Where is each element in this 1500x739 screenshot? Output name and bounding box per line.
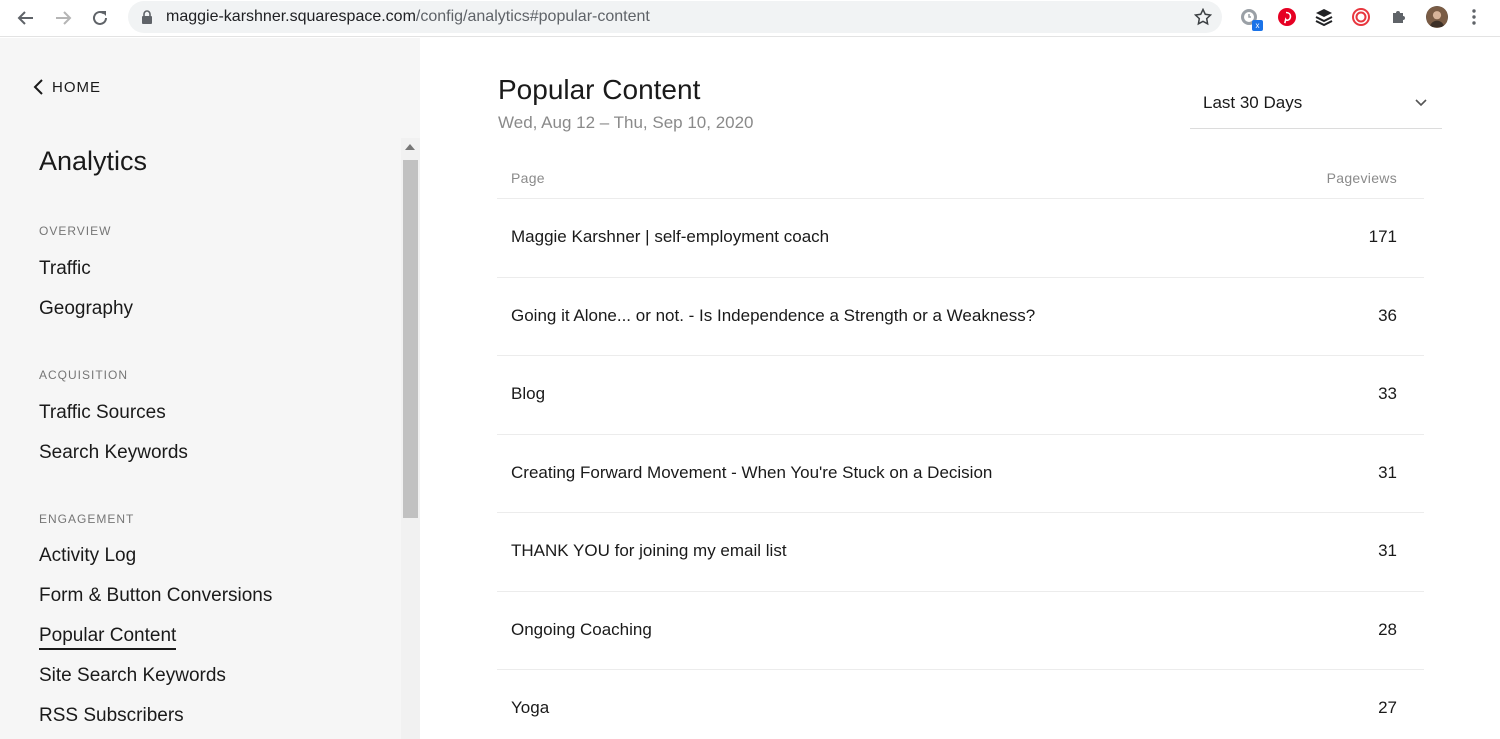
table-header: Page Pageviews (497, 160, 1424, 199)
extensions-menu[interactable] (1388, 6, 1410, 28)
column-header-page: Page (511, 170, 545, 186)
row-page-title: Creating Forward Movement - When You're … (511, 462, 993, 482)
sidebar-item-site-search-keywords[interactable]: Site Search Keywords (39, 665, 226, 687)
browser-toolbar: maggie-karshner.squarespace.com/config/a… (0, 0, 1500, 37)
forward-button[interactable] (49, 4, 77, 32)
reload-button[interactable] (86, 4, 114, 32)
row-page-title: Maggie Karshner | self-employment coach (511, 227, 830, 246)
extension-analytics[interactable]: x (1238, 6, 1263, 31)
row-pageviews: 27 (1378, 698, 1397, 717)
scroll-up-arrow-icon[interactable] (405, 144, 415, 150)
row-page-title: Going it Alone... or not. - Is Independe… (511, 305, 1036, 325)
table-row[interactable]: Creating Forward Movement - When You're … (497, 435, 1424, 513)
row-pageviews: 36 (1378, 305, 1397, 325)
extension-badge: x (1252, 20, 1263, 31)
spiral-icon (1352, 8, 1370, 26)
avatar-icon (1427, 7, 1447, 27)
url-path: /config/analytics#popular-content (415, 8, 650, 25)
puzzle-icon (1393, 11, 1405, 23)
section-label-overview: OVERVIEW (39, 224, 112, 238)
pinterest-icon (1278, 8, 1296, 26)
table-row[interactable]: Ongoing Coaching 28 (497, 592, 1424, 670)
sidebar-title: Analytics (39, 146, 148, 176)
row-page-title: Blog (511, 384, 546, 403)
table-row[interactable]: Yoga 27 (497, 670, 1424, 739)
table-row[interactable]: Going it Alone... or not. - Is Independe… (497, 278, 1424, 356)
layers-icon (1315, 9, 1333, 27)
back-button[interactable] (12, 4, 40, 32)
sidebar-item-rss-subscribers[interactable]: RSS Subscribers (39, 705, 184, 727)
sidebar-item-search-keywords[interactable]: Search Keywords (39, 442, 188, 464)
section-label-acquisition: ACQUISITION (39, 368, 129, 382)
home-label: HOME (52, 78, 101, 96)
sidebar-item-activity-log[interactable]: Activity Log (39, 545, 136, 567)
sidebar-item-form-button-conversions[interactable]: Form & Button Conversions (39, 585, 272, 607)
kebab-menu-icon (1472, 9, 1476, 25)
sidebar-item-traffic[interactable]: Traffic (39, 258, 91, 280)
bookmark-star-icon[interactable] (1194, 8, 1212, 26)
sidebar-item-popular-content[interactable]: Popular Content (39, 625, 177, 650)
table-row[interactable]: Blog 33 (497, 356, 1424, 435)
row-pageviews: 33 (1378, 384, 1397, 403)
row-page-title: Ongoing Coaching (511, 619, 652, 639)
chevron-left-icon (33, 79, 43, 95)
page-title: Popular Content (498, 74, 701, 105)
sidebar-item-traffic-sources[interactable]: Traffic Sources (39, 402, 166, 424)
browser-menu-button[interactable] (1463, 6, 1485, 28)
profile-avatar[interactable] (1426, 6, 1448, 28)
date-range: Wed, Aug 12 – Thu, Sep 10, 2020 (498, 113, 754, 132)
chevron-down-icon (1415, 99, 1427, 107)
analytics-sidebar: HOME Analytics OVERVIEW Traffic Geograph… (0, 38, 420, 739)
row-pageviews: 31 (1378, 541, 1397, 560)
reload-icon (93, 10, 107, 25)
forward-arrow-icon (56, 11, 72, 25)
home-link[interactable]: HOME (32, 78, 101, 96)
scrollbar-thumb[interactable] (403, 160, 418, 518)
popular-content-table: Page Pageviews Maggie Karshner | self-em… (497, 160, 1424, 739)
lock-icon (142, 10, 152, 24)
table-row[interactable]: THANK YOU for joining my email list 31 (497, 513, 1424, 592)
section-label-engagement: ENGAGEMENT (39, 512, 135, 526)
sidebar-item-geography[interactable]: Geography (39, 298, 133, 320)
row-page-title: Yoga (511, 698, 550, 717)
period-select-value: Last 30 Days (1203, 93, 1303, 112)
period-select[interactable]: Last 30 Days (1190, 84, 1442, 129)
url-text: maggie-karshner.squarespace.com/config/a… (166, 8, 650, 26)
address-bar[interactable]: maggie-karshner.squarespace.com/config/a… (128, 1, 1222, 33)
row-page-title: THANK YOU for joining my email list (511, 541, 787, 560)
back-arrow-icon (17, 11, 33, 25)
table-row[interactable]: Maggie Karshner | self-employment coach … (497, 199, 1424, 278)
row-pageviews: 31 (1378, 462, 1397, 482)
extension-buffer[interactable] (1313, 6, 1335, 28)
url-host: maggie-karshner.squarespace.com (166, 8, 416, 25)
sidebar-scrollbar[interactable] (401, 138, 420, 739)
column-header-pageviews: Pageviews (1326, 170, 1397, 186)
extension-spiral[interactable] (1350, 6, 1372, 28)
row-pageviews: 28 (1378, 619, 1397, 639)
extension-pinterest[interactable] (1276, 6, 1298, 28)
row-pageviews: 171 (1368, 227, 1397, 246)
